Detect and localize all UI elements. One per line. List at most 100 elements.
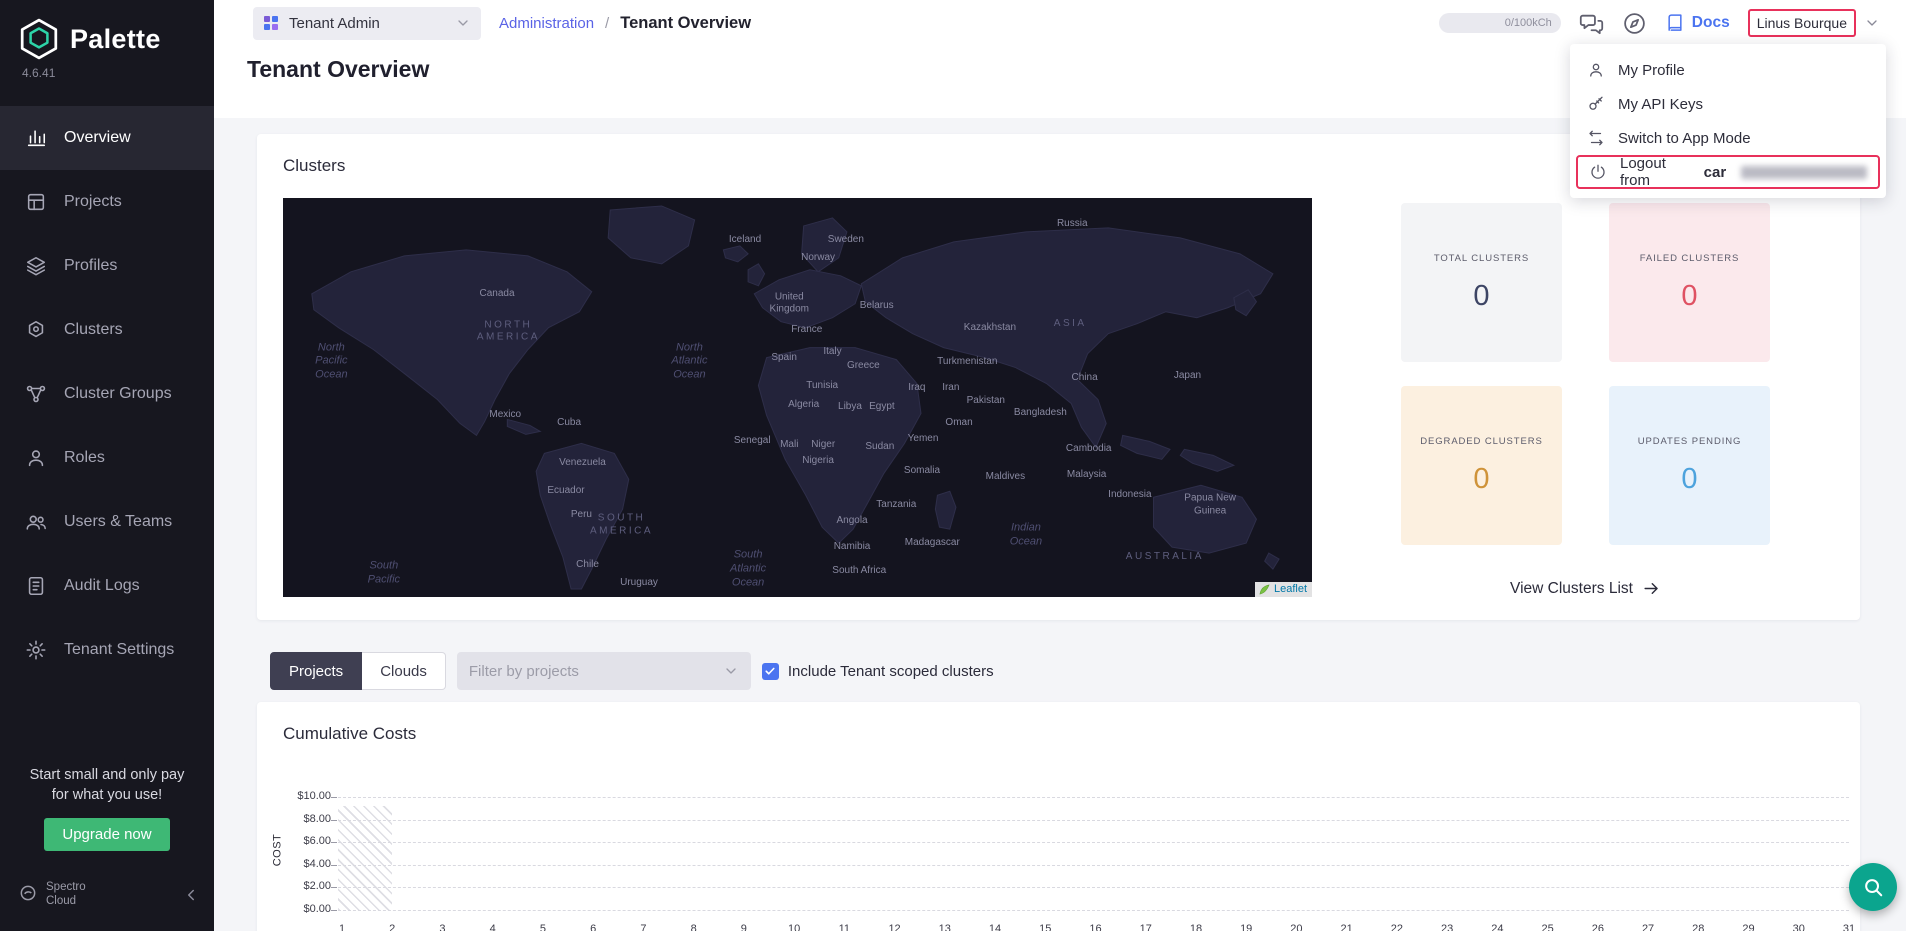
sidebar-item-label: Cluster Groups xyxy=(64,385,172,403)
sidebar-item-cluster-groups[interactable]: Cluster Groups xyxy=(0,362,214,426)
arrow-right-icon xyxy=(1642,579,1661,598)
stat-card-total-clusters: TOTAL CLUSTERS 0 xyxy=(1401,203,1562,362)
gridline xyxy=(338,820,1849,821)
menu-item-label: Logout from xyxy=(1620,155,1699,189)
sidebar-item-label: Audit Logs xyxy=(64,577,140,595)
sidebar: Palette 4.6.41 Overview Projects Profiles C… xyxy=(0,0,214,931)
user-menu-button[interactable]: Linus Bourque xyxy=(1748,9,1856,37)
breadcrumb-current: Tenant Overview xyxy=(620,14,751,33)
docs-icon xyxy=(1665,13,1685,33)
cumulative-costs-card: Cumulative Costs COST $0.00$2.00$4.00$6.… xyxy=(257,702,1860,931)
x-tick-label: 22 xyxy=(1391,923,1403,931)
x-tick-label: 17 xyxy=(1140,923,1152,931)
breadcrumb-administration[interactable]: Administration xyxy=(499,15,594,32)
x-tick-label: 6 xyxy=(590,923,596,931)
usage-pill: 0/100kCh xyxy=(1439,13,1561,33)
compass-icon[interactable] xyxy=(1622,11,1647,36)
gridline xyxy=(338,842,1849,843)
x-tick-label: 4 xyxy=(490,923,496,931)
breadcrumb-separator: / xyxy=(605,15,609,32)
sidebar-collapse-icon[interactable] xyxy=(182,886,200,904)
sidebar-item-roles[interactable]: Roles xyxy=(0,426,214,490)
clusters-card: Clusters xyxy=(257,134,1860,620)
x-tick-label: 16 xyxy=(1089,923,1101,931)
assistant-fab-button[interactable] xyxy=(1849,863,1897,911)
clusters-world-map[interactable]: IcelandSwedenNorwayRussiaCanadaUnited Ki… xyxy=(283,198,1312,597)
x-tick-label: 13 xyxy=(939,923,951,931)
x-tick-label: 8 xyxy=(691,923,697,931)
profile-icon xyxy=(1587,61,1605,79)
chevron-down-icon xyxy=(455,15,471,31)
clusters-card-title: Clusters xyxy=(283,156,345,176)
menu-item-label-bold: car xyxy=(1704,164,1727,181)
x-tick-label: 31 xyxy=(1843,923,1855,931)
x-tick-label: 15 xyxy=(1039,923,1051,931)
sidebar-item-tenant-settings[interactable]: Tenant Settings xyxy=(0,618,214,682)
user-menu-item-my-profile[interactable]: My Profile xyxy=(1570,53,1886,87)
stat-label: FAILED CLUSTERS xyxy=(1640,252,1740,266)
user-menu-item-logout-from[interactable]: Logout from car xyxy=(1576,155,1880,189)
brand-name: Palette xyxy=(70,24,161,55)
users-teams-icon xyxy=(25,511,47,533)
sidebar-item-clusters[interactable]: Clusters xyxy=(0,298,214,362)
upgrade-now-button[interactable]: Upgrade now xyxy=(44,818,169,851)
tab-clouds[interactable]: Clouds xyxy=(362,652,446,690)
leaflet-logo-icon xyxy=(1259,584,1270,595)
cluster-groups-icon xyxy=(25,383,47,405)
scope-selector[interactable]: Tenant Admin xyxy=(253,7,481,40)
sidebar-item-audit-logs[interactable]: Audit Logs xyxy=(0,554,214,618)
tenant-scope-icon xyxy=(263,15,279,31)
x-tick-label: 29 xyxy=(1742,923,1754,931)
spectro-cloud-logo-icon xyxy=(18,883,38,908)
gridline xyxy=(338,797,1849,798)
user-menu: My Profile My API Keys Switch to App Mode L… xyxy=(1570,44,1886,198)
user-menu-item-switch-to-app-mode[interactable]: Switch to App Mode xyxy=(1570,121,1886,155)
leaflet-attribution-link[interactable]: Leaflet xyxy=(1274,583,1307,595)
tab-projects[interactable]: Projects xyxy=(270,652,362,690)
stat-value: 0 xyxy=(1473,280,1489,313)
menu-item-label: Switch to App Mode xyxy=(1618,130,1751,147)
sidebar-item-label: Overview xyxy=(64,129,131,147)
key-icon xyxy=(1587,95,1605,113)
docs-button[interactable]: Docs xyxy=(1665,13,1730,33)
content-area: Clusters xyxy=(214,118,1906,931)
map-attribution: Leaflet xyxy=(1255,582,1312,597)
tenant-scoped-checkbox-label: Include Tenant scoped clusters xyxy=(788,663,994,680)
project-filter-select[interactable]: Filter by projects xyxy=(457,652,751,690)
sidebar-item-profiles[interactable]: Profiles xyxy=(0,234,214,298)
stat-label: UPDATES PENDING xyxy=(1638,435,1742,449)
no-data-hatch-band xyxy=(338,806,392,910)
chevron-down-icon xyxy=(723,663,739,679)
sidebar-item-label: Users & Teams xyxy=(64,513,172,531)
sidebar-item-users-teams[interactable]: Users & Teams xyxy=(0,490,214,554)
sidebar-item-label: Projects xyxy=(64,193,122,211)
stat-label: TOTAL CLUSTERS xyxy=(1434,252,1529,266)
power-icon xyxy=(1589,163,1607,181)
promo-line2: for what you use! xyxy=(0,785,214,805)
view-clusters-list-link[interactable]: View Clusters List xyxy=(1510,579,1661,598)
app-version: 4.6.41 xyxy=(0,62,214,80)
sidebar-item-label: Clusters xyxy=(64,321,123,339)
x-tick-label: 12 xyxy=(888,923,900,931)
docs-label: Docs xyxy=(1692,14,1730,32)
spectro-cloud-logo: Spectro Cloud xyxy=(18,881,86,909)
brand-logo: Palette xyxy=(0,0,214,62)
overview-icon xyxy=(25,127,47,149)
roles-icon xyxy=(25,447,47,469)
magnifier-icon xyxy=(1862,876,1884,898)
tenant-scoped-checkbox[interactable] xyxy=(762,663,779,680)
breadcrumb: Administration / Tenant Overview xyxy=(499,14,751,33)
x-tick-label: 24 xyxy=(1491,923,1503,931)
user-menu-item-my-api-keys[interactable]: My API Keys xyxy=(1570,87,1886,121)
chat-icon[interactable] xyxy=(1579,11,1604,36)
x-tick-label: 9 xyxy=(741,923,747,931)
sidebar-item-projects[interactable]: Projects xyxy=(0,170,214,234)
profiles-icon xyxy=(25,255,47,277)
user-chevron-down-icon[interactable] xyxy=(1864,15,1880,31)
stat-value: 0 xyxy=(1473,463,1489,496)
x-tick-label: 28 xyxy=(1692,923,1704,931)
menu-item-label: My Profile xyxy=(1618,62,1685,79)
sidebar-item-overview[interactable]: Overview xyxy=(0,106,214,170)
x-tick-label: 21 xyxy=(1341,923,1353,931)
topbar-right: 0/100kCh xyxy=(1439,9,1906,37)
